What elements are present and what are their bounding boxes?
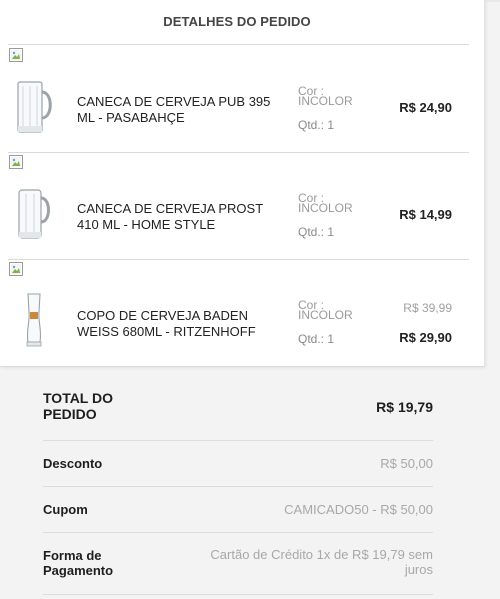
payment-label: Forma de Pagamento	[43, 548, 114, 578]
discount-value: R$ 50,00	[380, 456, 433, 471]
quantity: Qtd.: 1	[298, 118, 335, 132]
discount-label: Desconto	[43, 456, 103, 471]
product-name[interactable]: COPO DE CERVEJA BADEN WEISS 680ML - RITZ…	[77, 308, 277, 340]
payment-value: Cartão de Crédito 1x de R$ 19,79 sem jur…	[210, 547, 433, 577]
divider	[43, 486, 433, 487]
item-old-price: R$ 39,99	[403, 301, 452, 315]
total-label: TOTAL DO PEDIDO	[43, 390, 113, 422]
divider	[8, 259, 469, 260]
divider	[8, 152, 469, 153]
divider	[8, 44, 469, 45]
color-value: INCOLOR	[298, 94, 353, 108]
color-value: INCOLOR	[298, 308, 353, 322]
divider	[43, 440, 433, 441]
broken-image-icon	[9, 48, 23, 62]
divider	[43, 594, 433, 595]
product-name[interactable]: CANECA DE CERVEJA PUB 395 ML - PASABAHÇE	[77, 94, 277, 126]
quantity: Qtd.: 1	[298, 225, 335, 239]
beer-mug-icon	[17, 81, 52, 133]
color-value: INCOLOR	[298, 201, 353, 215]
divider	[43, 532, 433, 533]
order-details-title: DETALHES DO PEDIDO	[163, 14, 311, 29]
coupon-value: CAMICADO50 - R$ 50,00	[284, 502, 433, 517]
quantity: Qtd.: 1	[298, 332, 335, 346]
beer-mug-icon	[18, 189, 50, 239]
product-name[interactable]: CANECA DE CERVEJA PROST 410 ML - HOME ST…	[77, 201, 277, 233]
beer-glass-icon	[26, 293, 42, 347]
broken-image-icon	[9, 262, 23, 276]
coupon-label: Cupom	[43, 502, 88, 517]
item-price: R$ 14,99	[399, 207, 452, 222]
total-value: R$ 19,79	[376, 399, 433, 415]
broken-image-icon	[9, 155, 23, 169]
item-price: R$ 29,90	[399, 330, 452, 345]
order-details-card: DETALHES DO PEDIDO CANECA DE CERVEJA PUB…	[0, 0, 485, 367]
item-price: R$ 24,90	[399, 100, 452, 115]
